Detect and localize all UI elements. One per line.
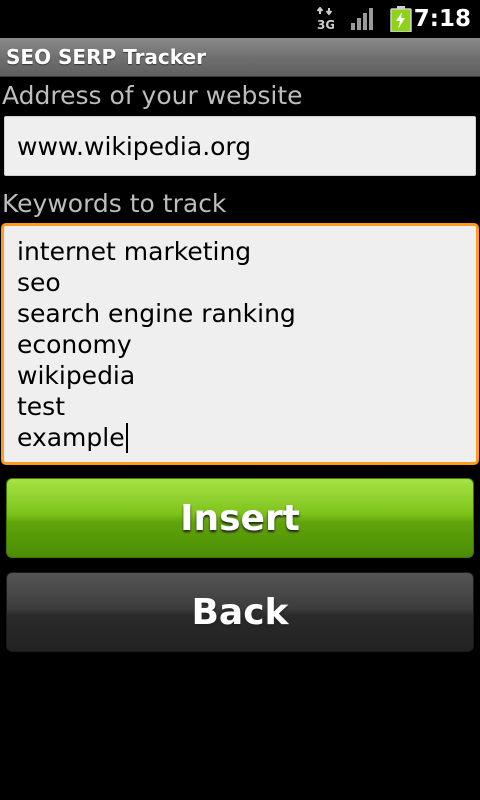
- keyword-line: internet marketing: [17, 237, 252, 266]
- clock: 7:18: [413, 6, 471, 32]
- keyword-line: seo: [17, 268, 61, 297]
- app-title: SEO SERP Tracker: [6, 45, 206, 69]
- keyword-line: economy: [17, 330, 132, 359]
- status-bar: 3G 7:18: [0, 0, 480, 38]
- signal-strength-icon: [351, 8, 373, 30]
- svg-text:3G: 3G: [317, 18, 334, 31]
- keyword-line: wikipedia: [17, 361, 136, 390]
- text-cursor: [125, 423, 128, 453]
- keywords-textarea[interactable]: internet marketing seo search engine ran…: [1, 223, 479, 465]
- keywords-label: Keywords to track: [2, 189, 227, 218]
- website-address-input[interactable]: www.wikipedia.org: [4, 116, 476, 176]
- app-title-bar: SEO SERP Tracker: [0, 38, 480, 77]
- insert-button[interactable]: Insert: [6, 478, 474, 558]
- keyword-line: test: [17, 392, 66, 421]
- keyword-text: example: [17, 423, 125, 452]
- 3g-data-icon: 3G: [316, 7, 334, 31]
- address-label: Address of your website: [2, 81, 303, 110]
- battery-charging-icon: [390, 6, 412, 32]
- back-button[interactable]: Back: [6, 572, 474, 652]
- keyword-line-last: example: [17, 422, 476, 453]
- keyword-line: search engine ranking: [17, 299, 296, 328]
- screen: 3G 7:18 SEO SERP Tracker Address of your…: [0, 0, 480, 800]
